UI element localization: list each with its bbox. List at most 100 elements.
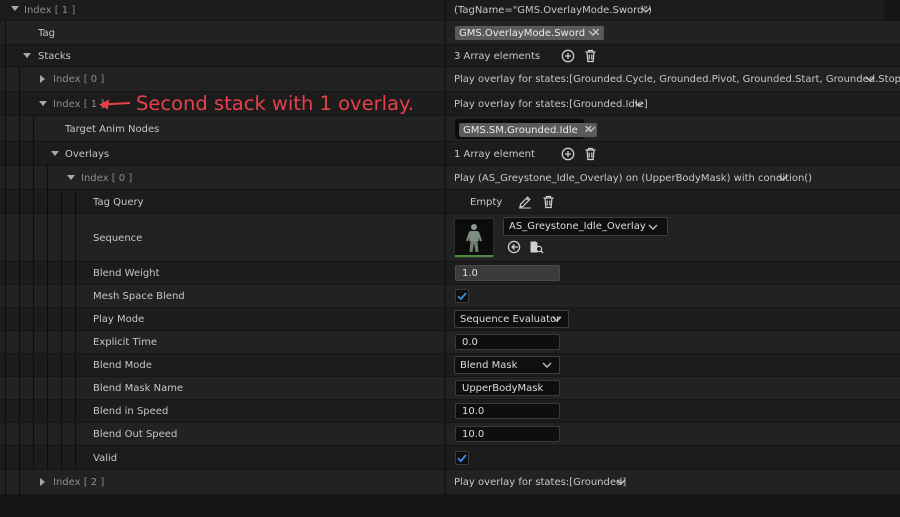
gameplay-tag-chip[interactable]: GMS.SM.Grounded.Idle ✕ bbox=[459, 123, 597, 137]
indent-guide bbox=[61, 308, 62, 331]
blend-mode-dropdown[interactable]: Blend Mask bbox=[454, 356, 560, 374]
indent-guide bbox=[5, 166, 6, 190]
indent-guide bbox=[61, 446, 62, 470]
check-icon bbox=[457, 454, 467, 463]
row-name-cell bbox=[0, 377, 444, 399]
indent-guide bbox=[19, 285, 20, 308]
pencil-icon[interactable] bbox=[518, 195, 532, 209]
indent-guide bbox=[61, 190, 62, 214]
annotation-arrow-icon bbox=[99, 99, 131, 110]
row-blend-mask-name: Blend Mask Name UpperBodyMask bbox=[0, 377, 900, 400]
chevron-down-icon bbox=[648, 224, 658, 230]
blend-out-speed-input[interactable]: 10.0 bbox=[455, 426, 560, 442]
blend-in-speed-input[interactable]: 10.0 bbox=[455, 403, 560, 419]
indent-guide bbox=[75, 400, 76, 423]
indent-guide bbox=[19, 331, 20, 354]
collapse-arrow-icon[interactable] bbox=[40, 75, 45, 83]
asset-thumbnail[interactable] bbox=[454, 218, 494, 258]
expand-arrow-icon[interactable] bbox=[67, 175, 75, 180]
row-label: Valid bbox=[93, 452, 118, 464]
expand-arrow-icon[interactable] bbox=[39, 101, 47, 106]
blend-weight-slider[interactable]: 1.0 bbox=[455, 265, 560, 281]
plus-circle-icon[interactable] bbox=[561, 49, 575, 63]
trash-icon[interactable] bbox=[584, 147, 597, 161]
indent-guide bbox=[47, 331, 48, 354]
row-stacks: Stacks 3 Array elements bbox=[0, 45, 900, 67]
indent-guide bbox=[75, 285, 76, 308]
indent-guide bbox=[19, 446, 20, 470]
indent-guide bbox=[47, 400, 48, 423]
row-tag-query: Tag Query Empty bbox=[0, 190, 900, 214]
chevron-down-icon[interactable] bbox=[586, 125, 596, 133]
indent-guide bbox=[19, 214, 20, 262]
row-sequence: Sequence AS_Greystone_Idle_Overlay bbox=[0, 214, 900, 262]
row-overlay-index-0: Index [ 0 ] Play (AS_Greystone_Idle_Over… bbox=[0, 166, 900, 190]
row-blend-in-speed: Blend in Speed 10.0 bbox=[0, 400, 900, 423]
indent-guide bbox=[5, 190, 6, 214]
chevron-down-icon bbox=[552, 316, 562, 322]
asset-name: AS_Greystone_Idle_Overlay bbox=[509, 221, 646, 232]
row-overlays: Overlays 1 Array element bbox=[0, 142, 900, 166]
indent-guide bbox=[47, 285, 48, 308]
indent-guide bbox=[19, 400, 20, 423]
collapse-arrow-icon[interactable] bbox=[40, 478, 45, 486]
blend-mask-name-input[interactable]: UpperBodyMask bbox=[455, 380, 560, 396]
trash-icon[interactable] bbox=[584, 49, 597, 63]
use-selected-icon[interactable] bbox=[507, 240, 521, 254]
asset-type-strip bbox=[455, 255, 493, 257]
indent-guide bbox=[61, 423, 62, 446]
indent-guide bbox=[75, 214, 76, 262]
chevron-down-icon[interactable] bbox=[641, 6, 651, 14]
indent-guide bbox=[75, 308, 76, 331]
row-play-mode: Play Mode Sequence Evaluator bbox=[0, 308, 900, 331]
asset-picker-combo[interactable]: AS_Greystone_Idle_Overlay bbox=[503, 217, 668, 236]
row-summary: Play overlay for states:[Grounded.Idle] bbox=[454, 98, 648, 110]
indent-guide bbox=[33, 285, 34, 308]
chevron-down-icon[interactable] bbox=[778, 174, 788, 182]
tag-query-value: Empty bbox=[470, 196, 503, 208]
row-name-cell bbox=[0, 190, 444, 213]
indent-guide bbox=[75, 262, 76, 285]
expand-arrow-icon[interactable] bbox=[11, 6, 19, 11]
chevron-down-icon[interactable] bbox=[616, 478, 626, 486]
plus-circle-icon[interactable] bbox=[561, 147, 575, 161]
browse-asset-icon[interactable] bbox=[529, 240, 544, 254]
row-value-cell bbox=[446, 446, 900, 469]
expand-arrow-icon[interactable] bbox=[51, 151, 59, 156]
indent-guide bbox=[61, 214, 62, 262]
indent-guide bbox=[5, 67, 6, 92]
indent-guide bbox=[33, 331, 34, 354]
indent-guide bbox=[33, 377, 34, 400]
row-mesh-space-blend: Mesh Space Blend bbox=[0, 285, 900, 308]
chevron-down-icon[interactable] bbox=[588, 29, 598, 37]
explicit-time-input[interactable]: 0.0 bbox=[455, 334, 560, 350]
play-mode-dropdown[interactable]: Sequence Evaluator bbox=[454, 310, 569, 328]
row-label: Index [ 1 ] bbox=[24, 5, 76, 16]
gameplay-tag-chip[interactable]: GMS.OverlayMode.Sword ✕ bbox=[455, 26, 605, 40]
row-summary: Play overlay for states:[Grounded.Cycle,… bbox=[454, 74, 900, 85]
indent-guide bbox=[19, 308, 20, 331]
expand-arrow-icon[interactable] bbox=[23, 53, 31, 58]
mesh-space-blend-checkbox[interactable] bbox=[455, 289, 469, 303]
row-label: Blend Mask Name bbox=[93, 383, 184, 394]
indent-guide bbox=[33, 190, 34, 214]
character-icon bbox=[466, 224, 482, 252]
check-icon bbox=[457, 292, 467, 301]
selected-option: Blend Mask bbox=[460, 359, 518, 371]
row-label: Overlays bbox=[65, 148, 110, 160]
chevron-down-icon[interactable] bbox=[865, 75, 875, 83]
chevron-down-icon[interactable] bbox=[634, 100, 644, 108]
trash-icon[interactable] bbox=[542, 195, 555, 209]
indent-guide bbox=[47, 446, 48, 470]
row-label: Blend Out Speed bbox=[93, 429, 178, 440]
row-valid: Valid bbox=[0, 446, 900, 470]
indent-guide bbox=[33, 423, 34, 446]
valid-checkbox[interactable] bbox=[455, 451, 469, 465]
indent-guide bbox=[5, 116, 6, 142]
indent-guide bbox=[5, 400, 6, 423]
row-label: Stacks bbox=[38, 50, 71, 62]
indent-guide bbox=[19, 67, 20, 92]
indent-guide bbox=[5, 446, 6, 470]
row-label: Blend in Speed bbox=[93, 406, 169, 417]
row-name-cell bbox=[0, 308, 444, 330]
